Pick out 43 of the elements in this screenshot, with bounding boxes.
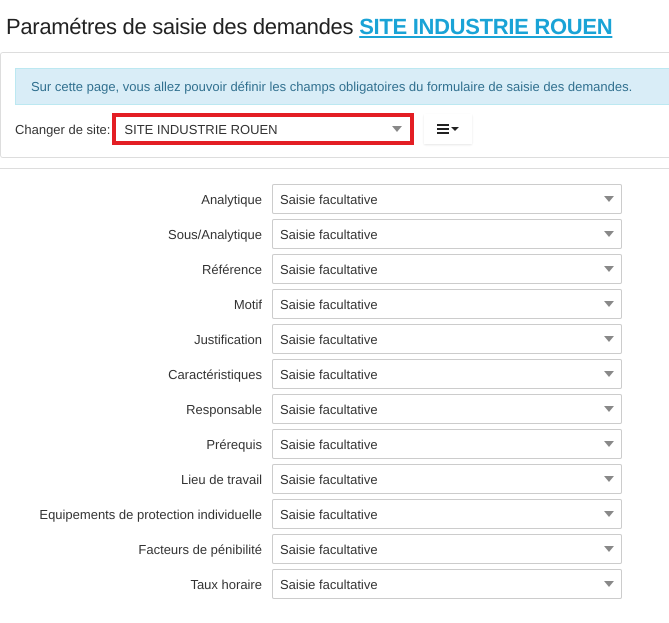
info-alert: Sur cette page, vous allez pouvoir définir les champs obligatoires du formulaire de saisie des demandes. — [15, 68, 669, 105]
field-select[interactable]: Saisie facultative — [272, 289, 622, 319]
field-select[interactable]: Saisie facultative — [272, 324, 622, 354]
field-label: Caractéristiques — [167, 366, 262, 382]
field-select[interactable]: Saisie facultative — [272, 464, 622, 494]
caret-icon — [604, 371, 614, 377]
field-select[interactable]: Saisie facultative — [272, 219, 622, 249]
field-label: Analytique — [200, 192, 262, 206]
field-label: Motif — [232, 296, 262, 312]
field-label: Justification — [193, 332, 262, 346]
caret-icon — [604, 546, 614, 552]
field-select[interactable]: Saisie facultative — [272, 184, 622, 214]
menu-button[interactable] — [424, 114, 472, 144]
caret-icon — [604, 476, 614, 482]
field-label: Lieu de travail — [180, 472, 262, 486]
field-select[interactable]: Saisie facultative — [272, 359, 622, 389]
caret-icon — [392, 126, 402, 132]
field-select[interactable]: Saisie facultative — [272, 534, 622, 564]
caret-icon — [604, 301, 614, 307]
field-label: Taux horaire — [189, 576, 262, 592]
field-label: Equipements de protection individuelle — [38, 506, 262, 522]
caret-icon — [604, 406, 614, 412]
field-label: Facteurs de pénibilité — [137, 542, 262, 556]
field-select[interactable]: Saisie facultative — [272, 569, 622, 599]
field-select[interactable]: Saisie facultative — [272, 499, 622, 529]
field-label: Prérequis — [205, 436, 262, 452]
site-select[interactable]: SITE INDUSTRIE ROUEN — [112, 113, 414, 145]
caret-icon — [604, 581, 614, 587]
site-label: Changer de site: — [15, 122, 110, 136]
menu-icon — [437, 124, 460, 134]
page-title: Paramétres de saisie des demandes — [6, 14, 354, 40]
field-label: Référence — [201, 262, 262, 276]
caret-icon — [604, 266, 614, 272]
field-label: Responsable — [185, 402, 262, 416]
field-select[interactable]: Saisie facultative — [272, 394, 622, 424]
caret-icon — [604, 441, 614, 447]
caret-icon — [604, 196, 614, 202]
field-label: Sous/Analytique — [167, 226, 262, 242]
caret-icon — [604, 511, 614, 517]
field-select[interactable]: Saisie facultative — [272, 254, 622, 284]
caret-icon — [604, 231, 614, 237]
caret-icon — [604, 336, 614, 342]
field-select[interactable]: Saisie facultative — [272, 429, 622, 459]
